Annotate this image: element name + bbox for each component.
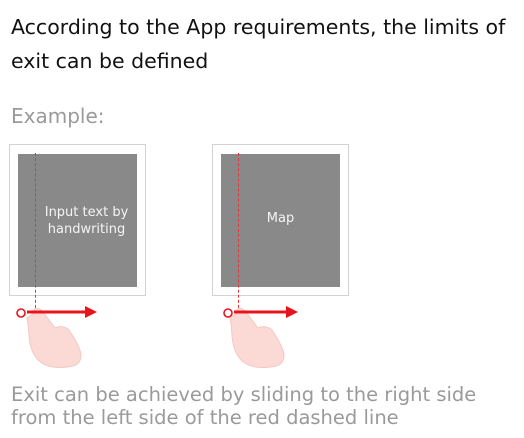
hand-swipe-icon xyxy=(223,306,298,369)
hand-swipe-icon xyxy=(16,306,97,369)
swipe-gesture xyxy=(15,300,110,374)
example-panel-handwriting: Input text by handwriting xyxy=(9,144,146,313)
exit-limit-dashed-line xyxy=(35,153,36,313)
example-panel-map: Map xyxy=(212,144,349,313)
exit-limit-dashed-line xyxy=(238,153,239,313)
touch-point-icon xyxy=(223,308,233,318)
touch-point-icon xyxy=(16,308,26,318)
swipe-gesture xyxy=(218,300,313,374)
example-label: Example: xyxy=(11,104,105,128)
caption-text: Exit can be achieved by sliding to the r… xyxy=(11,383,477,429)
intro-text: According to the App requirements, the l… xyxy=(11,15,506,73)
